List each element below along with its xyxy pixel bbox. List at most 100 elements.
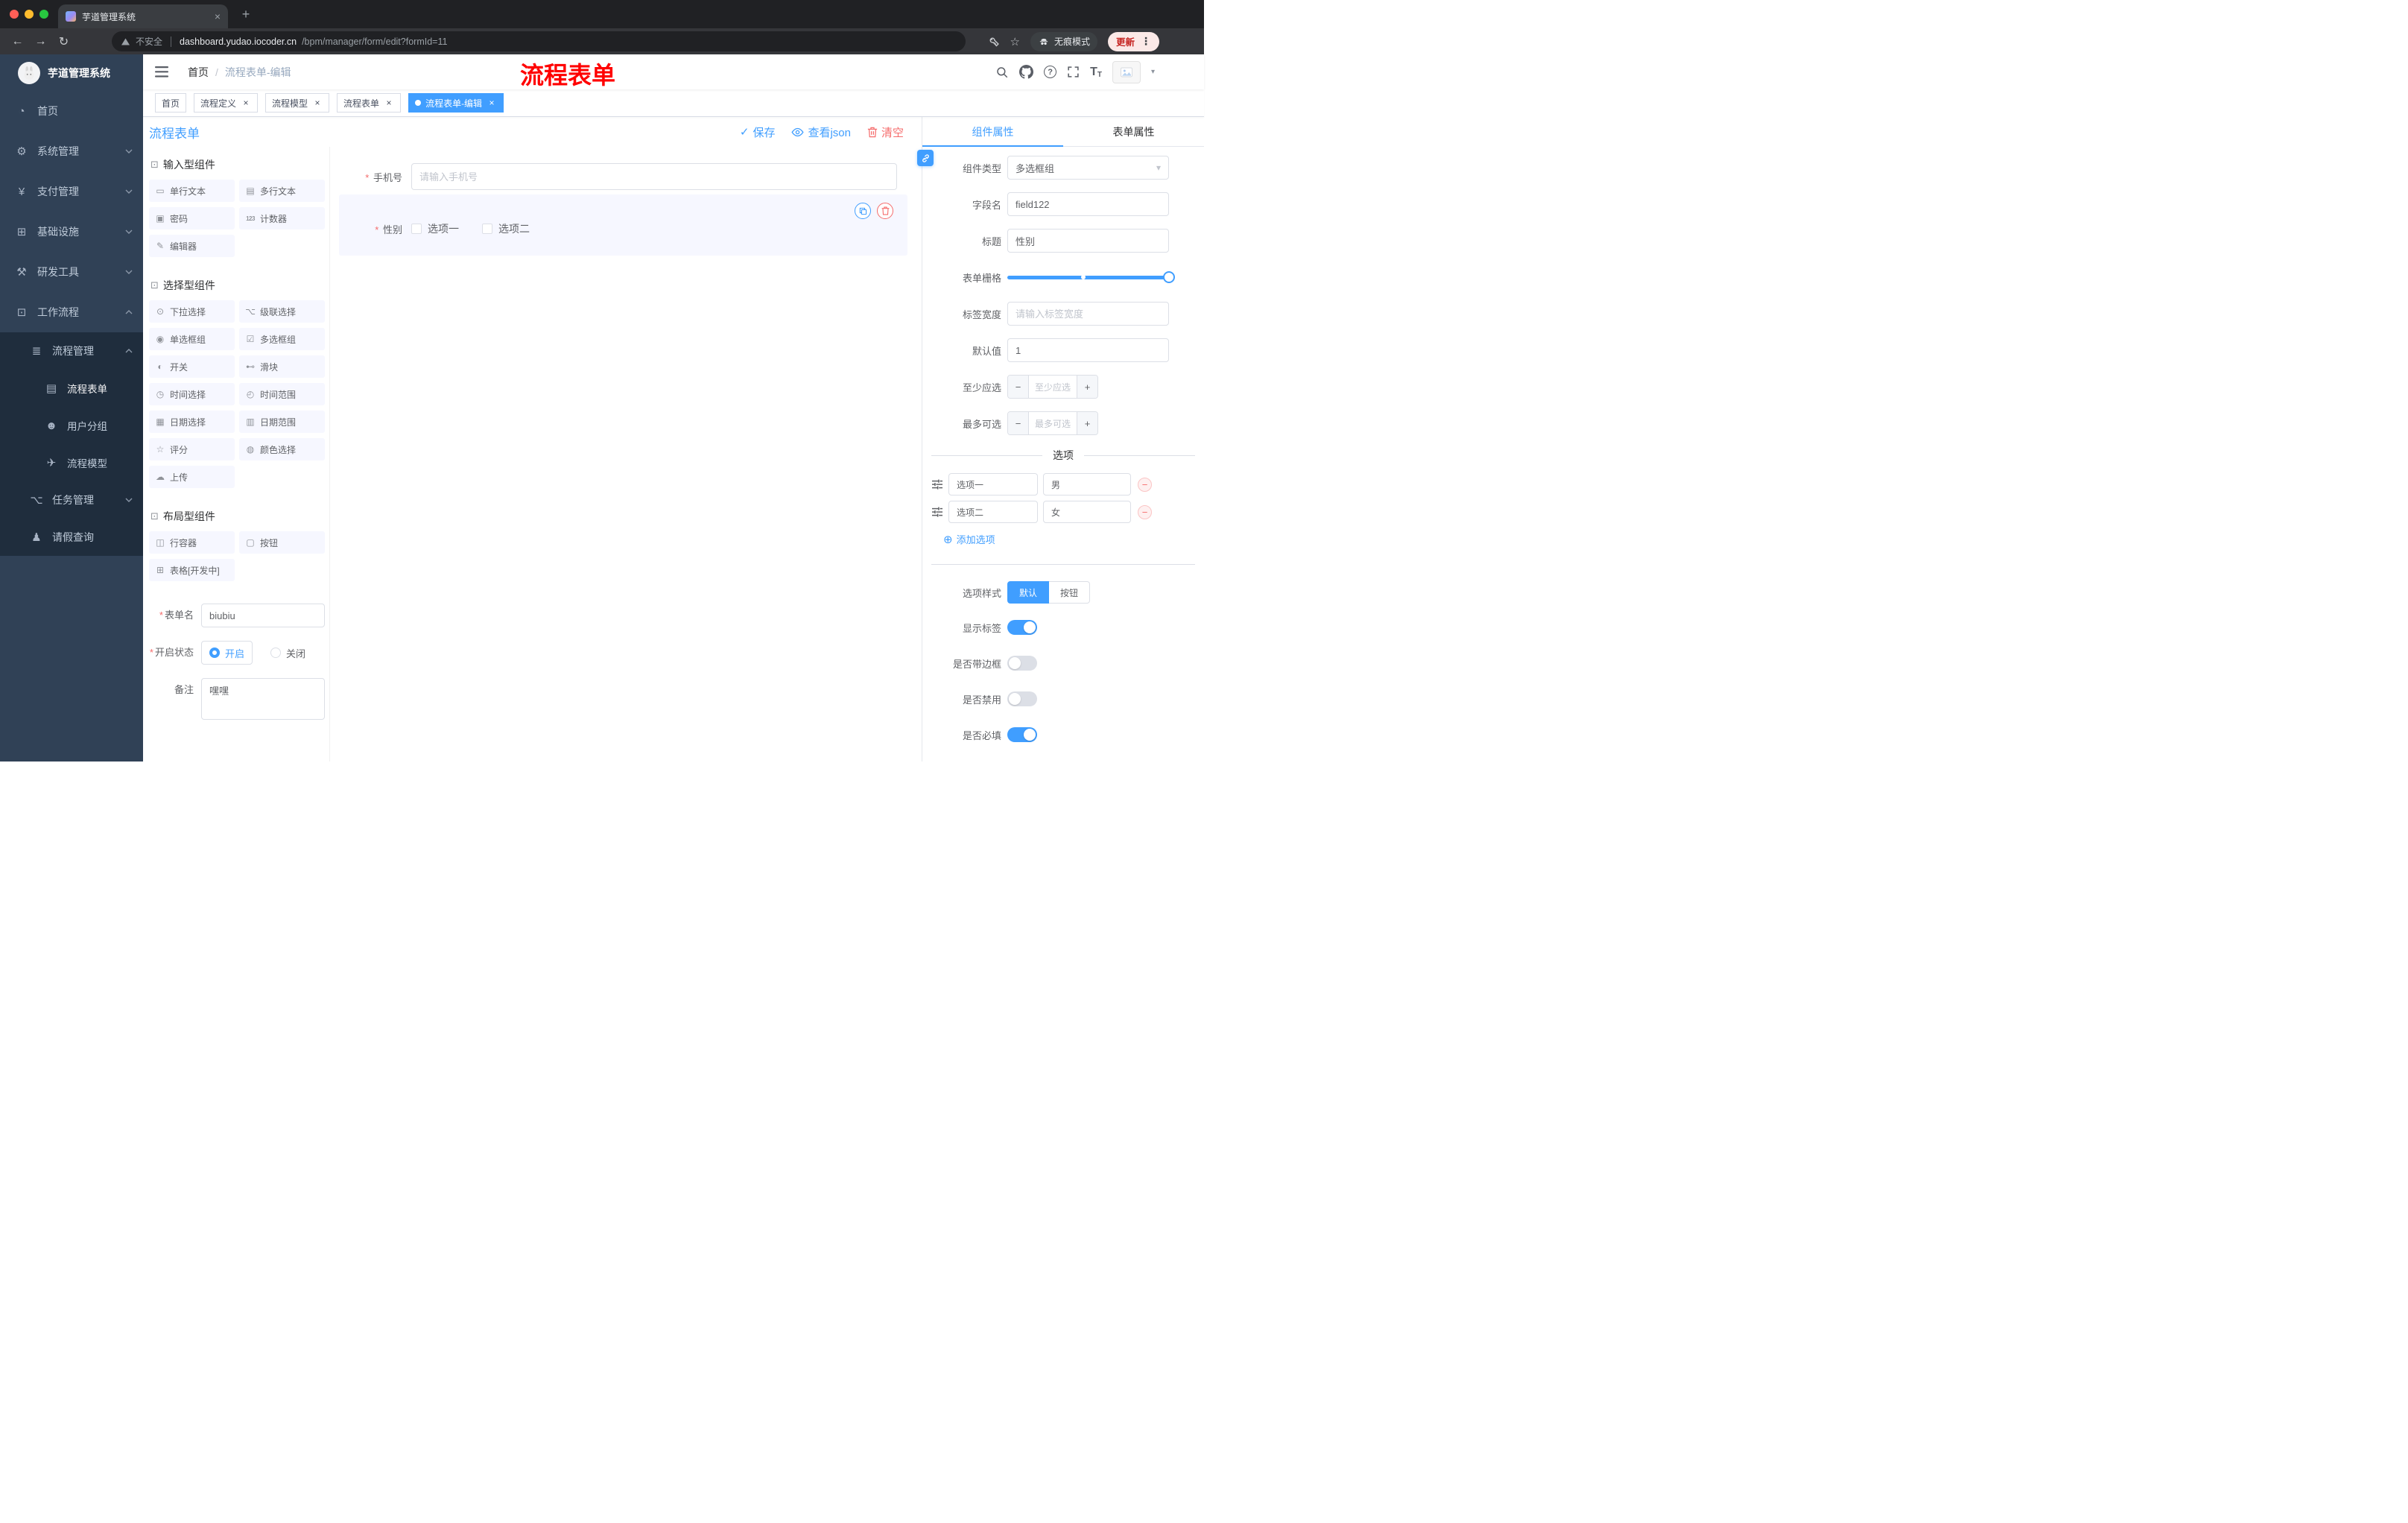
component-chip-password[interactable]: ▣ 密码: [149, 207, 235, 229]
component-chip-editor[interactable]: ✎ 编辑器: [149, 235, 235, 257]
back-icon[interactable]: ←: [6, 35, 29, 48]
status-radio-off[interactable]: 关闭: [270, 646, 305, 660]
component-chip-multi-line-text[interactable]: ▤ 多行文本: [239, 180, 325, 202]
save-button[interactable]: ✓ 保存: [740, 124, 776, 140]
component-chip-date-picker[interactable]: ▦ 日期选择: [149, 411, 235, 433]
remark-textarea[interactable]: 嘿嘿: [201, 678, 325, 720]
component-chip-button[interactable]: ▢ 按钮: [239, 531, 325, 554]
component-chip-color-picker[interactable]: ◍ 颜色选择: [239, 438, 325, 460]
avatar-caret-icon[interactable]: ▾: [1151, 68, 1155, 76]
drag-handle-icon[interactable]: [931, 479, 943, 490]
component-chip-select[interactable]: ⊙ 下拉选择: [149, 300, 235, 323]
component-chip-date-range[interactable]: ▥ 日期范围: [239, 411, 325, 433]
sidebar-item-workflow[interactable]: ⊡ 工作流程: [0, 292, 143, 332]
copy-component-button[interactable]: [855, 203, 871, 219]
tab-form-props[interactable]: 表单属性: [1063, 117, 1204, 146]
field-name-input[interactable]: [1007, 192, 1169, 216]
avatar[interactable]: [1112, 60, 1141, 83]
window-minimize-button[interactable]: [25, 10, 34, 19]
sidebar-toggle-icon[interactable]: [155, 66, 168, 77]
stepper-value[interactable]: 最多可选: [1029, 412, 1077, 434]
default-value-input[interactable]: [1007, 338, 1169, 362]
password-key-icon[interactable]: [987, 35, 1000, 48]
stepper-value[interactable]: 至少应选: [1029, 376, 1077, 398]
canvas-item-gender-selected[interactable]: * 性别 选项一 选项二: [339, 194, 907, 256]
browser-update-button[interactable]: 更新 ⋮: [1107, 31, 1159, 51]
sidebar-item-user-group[interactable]: ☻ 用户分组: [0, 407, 143, 444]
sidebar-item-task-mgmt[interactable]: ⌥ 任务管理: [0, 481, 143, 519]
tag-close-icon[interactable]: ×: [487, 98, 497, 108]
github-icon[interactable]: [1019, 65, 1034, 79]
label-width-input[interactable]: [1007, 302, 1169, 326]
max-select-stepper[interactable]: − 最多可选 +: [1007, 411, 1098, 435]
checkbox-icon[interactable]: [411, 224, 422, 234]
border-toggle[interactable]: [1007, 656, 1037, 671]
view-json-button[interactable]: 查看json: [791, 124, 851, 140]
component-chip-checkbox-group[interactable]: ☑ 多选框组: [239, 328, 325, 350]
sidebar-item-infrastructure[interactable]: ⊞ 基础设施: [0, 212, 143, 252]
drag-handle-icon[interactable]: [931, 507, 943, 517]
component-chip-switch[interactable]: ◐ 开关: [149, 355, 235, 378]
bookmark-star-icon[interactable]: ☆: [1010, 35, 1020, 48]
sidebar-item-process-form[interactable]: ▤ 流程表单: [0, 370, 143, 407]
sidebar-item-payment-mgmt[interactable]: ¥ 支付管理: [0, 171, 143, 212]
add-option-button[interactable]: ⊕ 添加选项: [943, 532, 1204, 546]
font-size-icon[interactable]: TT: [1090, 66, 1102, 79]
option-label-input[interactable]: [948, 501, 1038, 523]
stepper-decrease-button[interactable]: −: [1008, 412, 1029, 434]
form-name-input[interactable]: [201, 604, 325, 627]
fullscreen-icon[interactable]: [1067, 66, 1080, 78]
checkbox-option-1[interactable]: 选项一: [411, 221, 459, 236]
component-chip-radio-group[interactable]: ◉ 单选框组: [149, 328, 235, 350]
tag-process-model[interactable]: 流程模型 ×: [265, 93, 330, 113]
style-button-button[interactable]: 按钮: [1049, 581, 1091, 604]
slider-track[interactable]: [1007, 271, 1175, 283]
component-chip-time-picker[interactable]: ◷ 时间选择: [149, 383, 235, 405]
sidebar-item-system-mgmt[interactable]: ⚙ 系统管理: [0, 131, 143, 171]
field-link-button[interactable]: [917, 150, 934, 166]
form-grid-slider[interactable]: [1007, 265, 1175, 289]
browser-tab[interactable]: 芋道管理系统 ×: [58, 4, 228, 28]
style-default-button[interactable]: 默认: [1007, 581, 1050, 604]
component-chip-rate[interactable]: ☆ 评分: [149, 438, 235, 460]
address-bar[interactable]: 不安全 dashboard.yudao.iocoder.cn/bpm/manag…: [112, 31, 966, 51]
clear-button[interactable]: 清空: [867, 124, 904, 140]
new-tab-button[interactable]: +: [237, 5, 255, 23]
search-icon[interactable]: [995, 66, 1009, 79]
status-radio-on[interactable]: 开启: [201, 641, 253, 665]
sidebar-item-process-model[interactable]: ✈ 流程模型: [0, 444, 143, 481]
window-close-button[interactable]: [10, 10, 19, 19]
min-select-stepper[interactable]: − 至少应选 +: [1007, 375, 1098, 399]
stepper-increase-button[interactable]: +: [1077, 376, 1097, 398]
canvas-item-phone[interactable]: * 手机号: [339, 163, 907, 190]
component-chip-time-range[interactable]: ◴ 时间范围: [239, 383, 325, 405]
breadcrumb-home[interactable]: 首页: [188, 65, 209, 80]
required-toggle[interactable]: [1007, 727, 1037, 742]
tab-close-icon[interactable]: ×: [215, 10, 221, 22]
tag-process-form[interactable]: 流程表单 ×: [337, 93, 402, 113]
option-value-input[interactable]: [1043, 473, 1131, 495]
slider-knob[interactable]: [1163, 271, 1175, 283]
component-chip-table-dev[interactable]: ⊞ 表格[开发中]: [149, 559, 235, 581]
phone-input[interactable]: [411, 163, 897, 190]
delete-component-button[interactable]: [877, 203, 893, 219]
option-value-input[interactable]: [1043, 501, 1131, 523]
tag-close-icon[interactable]: ×: [241, 98, 251, 108]
remove-option-button[interactable]: −: [1138, 477, 1152, 492]
sidebar-item-leave-query[interactable]: ♟ 请假查询: [0, 519, 143, 556]
remove-option-button[interactable]: −: [1138, 504, 1152, 519]
disabled-toggle[interactable]: [1007, 691, 1037, 706]
tab-component-props[interactable]: 组件属性: [922, 117, 1063, 147]
window-zoom-button[interactable]: [39, 10, 48, 19]
component-chip-row-container[interactable]: ◫ 行容器: [149, 531, 235, 554]
component-chip-cascader[interactable]: ⌥ 级联选择: [239, 300, 325, 323]
show-label-toggle[interactable]: [1007, 620, 1037, 635]
tag-close-icon[interactable]: ×: [384, 98, 394, 108]
browser-menu-icon[interactable]: ⋮: [1141, 35, 1151, 48]
sidebar-item-home[interactable]: ◔ 首页: [0, 91, 143, 131]
checkbox-icon[interactable]: [482, 224, 492, 234]
reload-icon[interactable]: ↻: [52, 34, 75, 49]
form-canvas[interactable]: * 手机号 * 性别 选项一 选项二: [330, 147, 922, 762]
stepper-increase-button[interactable]: +: [1077, 412, 1097, 434]
sidebar-item-dev-tools[interactable]: ⚒ 研发工具: [0, 252, 143, 292]
